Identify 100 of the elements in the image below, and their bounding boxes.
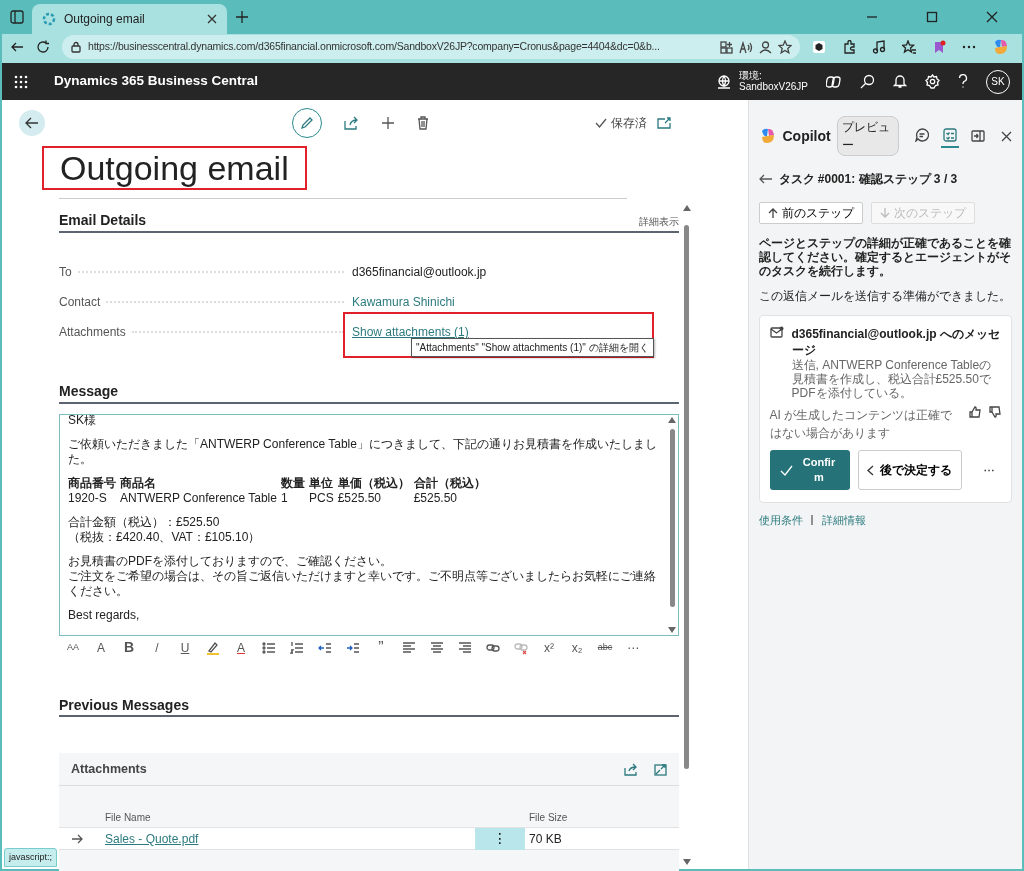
- back-icon[interactable]: [10, 40, 24, 54]
- close-icon[interactable]: [207, 14, 217, 24]
- copilot-icon[interactable]: [826, 73, 842, 90]
- footer-link[interactable]: 詳細情報: [821, 511, 866, 529]
- favorites-list-icon[interactable]: [902, 40, 916, 54]
- scroll-down-icon[interactable]: [682, 859, 691, 865]
- align-center-icon: [430, 640, 444, 655]
- tooltip: "Attachments" "Show attachments (1)" の詳細を開く: [411, 337, 654, 357]
- close-icon[interactable]: [986, 11, 998, 23]
- superscript-button[interactable]: x²: [535, 637, 563, 658]
- italic-button[interactable]: /: [143, 637, 171, 658]
- subscript-button[interactable]: x₂: [563, 637, 591, 658]
- previous-step-button[interactable]: 前のステップ: [758, 202, 863, 224]
- field-label: To: [59, 263, 72, 281]
- more-button[interactable]: ⋯: [977, 460, 1001, 480]
- maximize-icon[interactable]: [926, 11, 938, 23]
- notifications-icon[interactable]: [893, 74, 907, 89]
- message-line: 合計金額（税込）：£525.50: [68, 514, 221, 530]
- table-row[interactable]: Sales - Quote.pdf ⋮ 70 KB: [59, 828, 679, 851]
- refresh-icon[interactable]: [36, 40, 50, 54]
- table-header: 商品名: [120, 475, 281, 491]
- unlink-icon: [514, 640, 528, 655]
- field-link[interactable]: Kawamura Shinichi: [352, 292, 455, 311]
- mail-icon: [769, 326, 784, 339]
- grow-font-button[interactable]: A: [87, 637, 115, 658]
- bold-button[interactable]: B: [115, 637, 143, 658]
- add-icon[interactable]: [381, 116, 395, 130]
- preview-badge: プレビュー: [836, 116, 899, 156]
- more-button[interactable]: ⋯: [619, 637, 647, 658]
- file-link[interactable]: Sales - Quote.pdf: [105, 829, 475, 848]
- expand-icon[interactable]: [654, 762, 667, 776]
- music-icon[interactable]: [872, 40, 886, 54]
- hexagon-icon[interactable]: [812, 40, 826, 54]
- back-button[interactable]: [19, 110, 45, 136]
- pencil-icon: [300, 116, 314, 130]
- app-launcher-icon[interactable]: [14, 74, 28, 89]
- up-arrow-icon: [767, 208, 778, 218]
- bullets-icon: [262, 640, 276, 655]
- font-size-button[interactable]: AA: [59, 637, 87, 658]
- separator-text: |: [810, 512, 814, 528]
- scroll-up-icon[interactable]: [668, 416, 676, 423]
- arrow-icon: [71, 833, 83, 844]
- underline-button[interactable]: U: [171, 637, 199, 658]
- row-menu-button[interactable]: ⋮: [475, 827, 525, 850]
- thumbs-down-icon[interactable]: [989, 406, 1001, 419]
- font-color-button[interactable]: A: [227, 637, 255, 658]
- edit-button[interactable]: [292, 108, 322, 138]
- lock-icon: [70, 41, 82, 53]
- numbering-icon: [290, 640, 304, 655]
- share-icon[interactable]: [344, 116, 359, 130]
- field-label: Contact: [59, 293, 101, 311]
- read-aloud-icon[interactable]: [739, 40, 753, 54]
- help-icon[interactable]: [958, 74, 968, 89]
- checkmark-icon: [779, 464, 793, 476]
- table-cell: PCS: [308, 490, 338, 506]
- status-text: この返信メールを送信する準備ができました。: [758, 289, 1012, 304]
- field-label: Attachments: [59, 323, 126, 341]
- align-right-icon: [458, 640, 472, 655]
- message-line: お見積書のPDFを添付しておりますので、ご確認ください。: [68, 553, 393, 569]
- quote-button[interactable]: ”: [367, 637, 395, 658]
- footer-link[interactable]: 使用条件: [758, 511, 803, 529]
- profile-icon[interactable]: [932, 40, 946, 54]
- address-bar[interactable]: https://businesscentral.dynamics.com/d365financial.onmicrosoft.com/SandboxV26JP?company=Cronus&page=4404&dc=0&b...: [62, 35, 800, 59]
- field-value: d365financial@outlook.jp: [352, 263, 487, 281]
- page-title: Outgoing email: [42, 146, 307, 190]
- apps-icon[interactable]: [720, 40, 733, 54]
- show-more-link[interactable]: 詳細表示: [639, 213, 679, 229]
- scroll-up-icon[interactable]: [682, 205, 691, 211]
- app-title: Dynamics 365 Business Central: [54, 72, 260, 91]
- tab-actions-icon[interactable]: [10, 10, 24, 24]
- browser-tab[interactable]: Outgoing email: [32, 4, 227, 34]
- delete-icon[interactable]: [417, 116, 429, 130]
- scroll-down-icon[interactable]: [668, 626, 676, 633]
- new-tab-icon[interactable]: [235, 10, 249, 24]
- share-icon[interactable]: [624, 762, 638, 776]
- favorite-icon[interactable]: [778, 40, 792, 54]
- search-icon[interactable]: [860, 74, 875, 89]
- table-header: 数量: [280, 475, 309, 491]
- tasks-icon: [943, 128, 957, 143]
- table-cell: 1920-S: [68, 490, 120, 506]
- environment-name: SandboxV26JP: [739, 81, 808, 92]
- chevron-left-icon: [866, 464, 874, 476]
- confirm-button[interactable]: Confirm: [769, 450, 850, 491]
- thumbs-up-icon[interactable]: [969, 406, 981, 419]
- pop-out-icon[interactable]: [656, 117, 671, 129]
- side-panel-icon[interactable]: [971, 130, 985, 142]
- environment-label: 環境:: [739, 71, 763, 82]
- puzzle-icon[interactable]: [842, 40, 856, 54]
- decide-later-button[interactable]: 後で決定する: [857, 450, 962, 491]
- strikethrough-button[interactable]: abc: [591, 637, 619, 658]
- message-editor[interactable]: [59, 413, 679, 636]
- person-icon[interactable]: [759, 40, 772, 54]
- indent-icon: [346, 640, 360, 655]
- back-icon[interactable]: [758, 174, 773, 184]
- settings-icon[interactable]: [925, 74, 940, 89]
- disclaimer-text: AI が生成したコンテンツは正確ではない場合があります: [769, 407, 954, 443]
- table-cell-text: 70 KB: [529, 830, 562, 848]
- message-line: Best regards,: [68, 607, 141, 623]
- close-icon[interactable]: [1001, 130, 1012, 142]
- table-header: 商品番号: [68, 475, 120, 491]
